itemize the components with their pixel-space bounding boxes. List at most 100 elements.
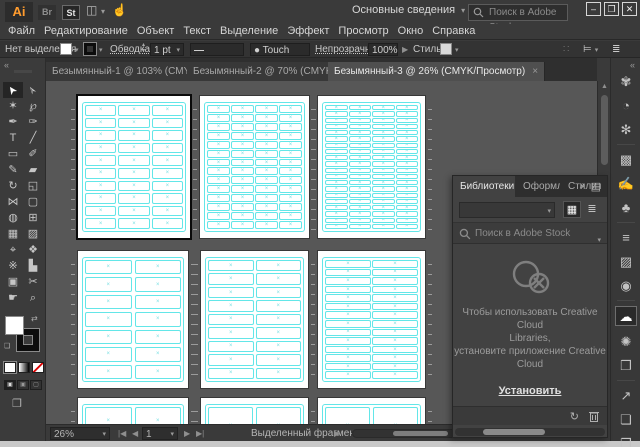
menu-item[interactable]: Выделение bbox=[220, 24, 278, 39]
zoom-level-select[interactable]: 26% ▾ bbox=[50, 427, 110, 440]
curvature-tool[interactable]: ✑ bbox=[23, 114, 43, 130]
mesh-tool[interactable]: ▦ bbox=[3, 226, 23, 242]
last-artboard-button[interactable]: ▶| bbox=[196, 427, 204, 440]
artboard-tool[interactable]: ▣ bbox=[3, 274, 23, 290]
close-tab-icon[interactable]: × bbox=[532, 66, 538, 77]
expand-dock-icon[interactable]: « bbox=[630, 60, 635, 70]
menu-item[interactable]: Объект bbox=[137, 24, 174, 39]
menu-item[interactable]: Редактирование bbox=[44, 24, 128, 39]
swatches-icon[interactable]: ▩ bbox=[615, 150, 637, 170]
menu-item[interactable]: Справка bbox=[432, 24, 475, 39]
color-panel-icon[interactable]: ✾ bbox=[615, 72, 637, 92]
free-transform-tool[interactable]: ▢ bbox=[23, 194, 43, 210]
transform-reference-icon[interactable]: ∷ bbox=[563, 43, 569, 56]
brushes-icon[interactable]: ✍ bbox=[615, 174, 637, 194]
lasso-tool[interactable]: ℘ bbox=[23, 98, 43, 114]
symbol-sprayer-tool[interactable]: ※ bbox=[3, 258, 23, 274]
color-guide-icon[interactable]: ◔ bbox=[615, 96, 637, 116]
control-panel-menu-icon[interactable]: ≣ bbox=[612, 43, 620, 56]
fill-color-indicator[interactable] bbox=[5, 316, 24, 335]
magic-wand-tool[interactable]: ✶ bbox=[3, 98, 23, 114]
align-icon[interactable]: ⊨ ▾ bbox=[583, 43, 598, 56]
panel-tab[interactable]: Библиотеки bbox=[453, 176, 515, 197]
draw-normal-button[interactable]: ▣ bbox=[4, 380, 16, 390]
stroke-panel-link[interactable]: Обводка: bbox=[110, 43, 153, 56]
panel-tab[interactable]: Оформл bbox=[516, 176, 560, 197]
style-swatch[interactable]: ▾ bbox=[440, 43, 459, 56]
document-tab[interactable]: Безымянный-3 @ 26% (CMYK/Просмотр) × bbox=[328, 62, 546, 81]
workspace-switcher[interactable]: Основные сведения ▾ bbox=[352, 4, 465, 16]
default-fill-stroke-icon[interactable]: ❏ bbox=[4, 342, 10, 350]
artboard[interactable]: ×××××××× bbox=[71, 398, 195, 424]
install-link[interactable]: Установить bbox=[499, 385, 562, 397]
draw-behind-button[interactable]: ▣ bbox=[17, 380, 29, 390]
artboard[interactable]: × × × × × × × × × × × × × × × × × × × × × × × × × × × × × × × × × × × × × × × ×… bbox=[311, 96, 432, 238]
artboard[interactable]: ×××××× bbox=[311, 398, 432, 424]
color-themes-icon[interactable]: ✻ bbox=[615, 120, 637, 140]
artboard-active[interactable]: × × × × × × × × × × × × × × × × × × × × × × × × × × × × × × bbox=[71, 94, 197, 240]
swap-fill-stroke-icon[interactable]: ⇄ bbox=[31, 314, 38, 323]
artboard[interactable]: ×××××× bbox=[194, 398, 315, 424]
bridge-icon[interactable]: Br bbox=[38, 5, 56, 20]
draw-inside-button[interactable]: ▢ bbox=[30, 380, 42, 390]
column-graph-tool[interactable]: ▙ bbox=[23, 258, 43, 274]
previous-artboard-button[interactable]: ◀ bbox=[132, 427, 138, 440]
blend-tool[interactable]: ❖ bbox=[23, 242, 43, 258]
perspective-grid-tool[interactable]: ⊞ bbox=[23, 210, 43, 226]
stock-icon[interactable]: St bbox=[62, 5, 80, 20]
cc-sync-icon[interactable]: ↻ bbox=[570, 410, 579, 423]
stroke-profile-select[interactable]: — Равномерно▾ bbox=[190, 43, 258, 69]
zoom-tool[interactable]: ⌕ bbox=[23, 290, 43, 306]
stroke-panel-icon[interactable]: ≡ bbox=[615, 228, 637, 248]
type-tool[interactable]: T bbox=[3, 130, 23, 146]
status-display[interactable]: Выделенный фрагмент bbox=[251, 427, 359, 440]
artboard[interactable]: × × × × × × × × × × × × × × × × × × bbox=[194, 251, 315, 388]
maximize-button[interactable]: ❐ bbox=[604, 2, 619, 16]
shape-builder-tool[interactable]: ◍ bbox=[3, 210, 23, 226]
artboard-number-select[interactable]: 1 ▾ bbox=[142, 427, 178, 440]
grid-view-button[interactable]: ▦ bbox=[563, 201, 581, 218]
scroll-up-icon[interactable]: ▲ bbox=[601, 83, 608, 90]
direct-selection-tool[interactable]: ➢ bbox=[23, 82, 43, 98]
menu-item[interactable]: Текст bbox=[183, 24, 211, 39]
rotate-tool[interactable]: ↻ bbox=[3, 178, 23, 194]
horizontal-scroll-thumb[interactable] bbox=[393, 431, 448, 436]
fill-swatch[interactable]: ▾ bbox=[60, 43, 79, 56]
trash-icon[interactable] bbox=[589, 410, 599, 425]
share-icon[interactable]: ☝ bbox=[112, 3, 127, 17]
artboards-panel-icon[interactable]: ❐ bbox=[615, 434, 637, 447]
stroke-width-select[interactable]: 1 pt ▾ bbox=[150, 43, 184, 56]
appearance-panel-icon[interactable]: ✺ bbox=[615, 332, 637, 352]
status-expand-icon[interactable]: ▶ bbox=[334, 427, 340, 440]
transparency-panel-icon[interactable]: ◉ bbox=[615, 276, 637, 296]
line-segment-tool[interactable]: ╱ bbox=[23, 130, 43, 146]
close-button[interactable]: ✕ bbox=[622, 2, 637, 16]
artboard[interactable]: × × × × × × × × × × × × × × bbox=[71, 251, 195, 388]
slice-tool[interactable]: ✂ bbox=[23, 274, 43, 290]
width-tool[interactable]: ⋈ bbox=[3, 194, 23, 210]
menu-item[interactable]: Эффект bbox=[287, 24, 329, 39]
graphic-styles-icon[interactable]: ❒ bbox=[615, 356, 637, 376]
none-button[interactable] bbox=[32, 362, 44, 373]
stroke-swatch[interactable]: ▾ bbox=[84, 43, 103, 56]
vertical-scroll-thumb[interactable] bbox=[601, 95, 608, 165]
eyedropper-tool[interactable]: ⌖ bbox=[3, 242, 23, 258]
library-search-input[interactable]: Поиск в Adobe Stock ▾ bbox=[453, 222, 607, 244]
paintbrush-tool[interactable]: ✐ bbox=[23, 146, 43, 162]
library-select[interactable]: ▾ bbox=[459, 202, 555, 218]
pen-tool[interactable]: ✒ bbox=[3, 114, 23, 130]
workspace-layout-icon[interactable]: ◫ bbox=[86, 3, 97, 17]
cc-libraries-icon[interactable]: ☁ bbox=[615, 306, 637, 326]
menu-item[interactable]: Файл bbox=[8, 24, 35, 39]
first-artboard-button[interactable]: |◀ bbox=[118, 427, 126, 440]
gradient-panel-icon[interactable]: ▨ bbox=[615, 252, 637, 272]
artboard[interactable]: × × × × × × × × × × × × × × × × × × × × × × × × × × × × bbox=[311, 251, 432, 388]
list-view-button[interactable]: ≣ bbox=[583, 201, 601, 218]
gradient-tool[interactable]: ▨ bbox=[23, 226, 43, 242]
artboard[interactable]: × × × × × × × × × × × × × × × × × × × × × × × × × × × × × × × × × × × × × × × ×… bbox=[193, 96, 316, 238]
shaper-tool[interactable]: ✎ bbox=[3, 162, 23, 178]
menu-item[interactable]: Окно bbox=[398, 24, 424, 39]
color-button[interactable] bbox=[3, 361, 17, 374]
tools-drag-handle[interactable] bbox=[14, 70, 32, 73]
menu-item[interactable]: Просмотр bbox=[338, 24, 388, 39]
